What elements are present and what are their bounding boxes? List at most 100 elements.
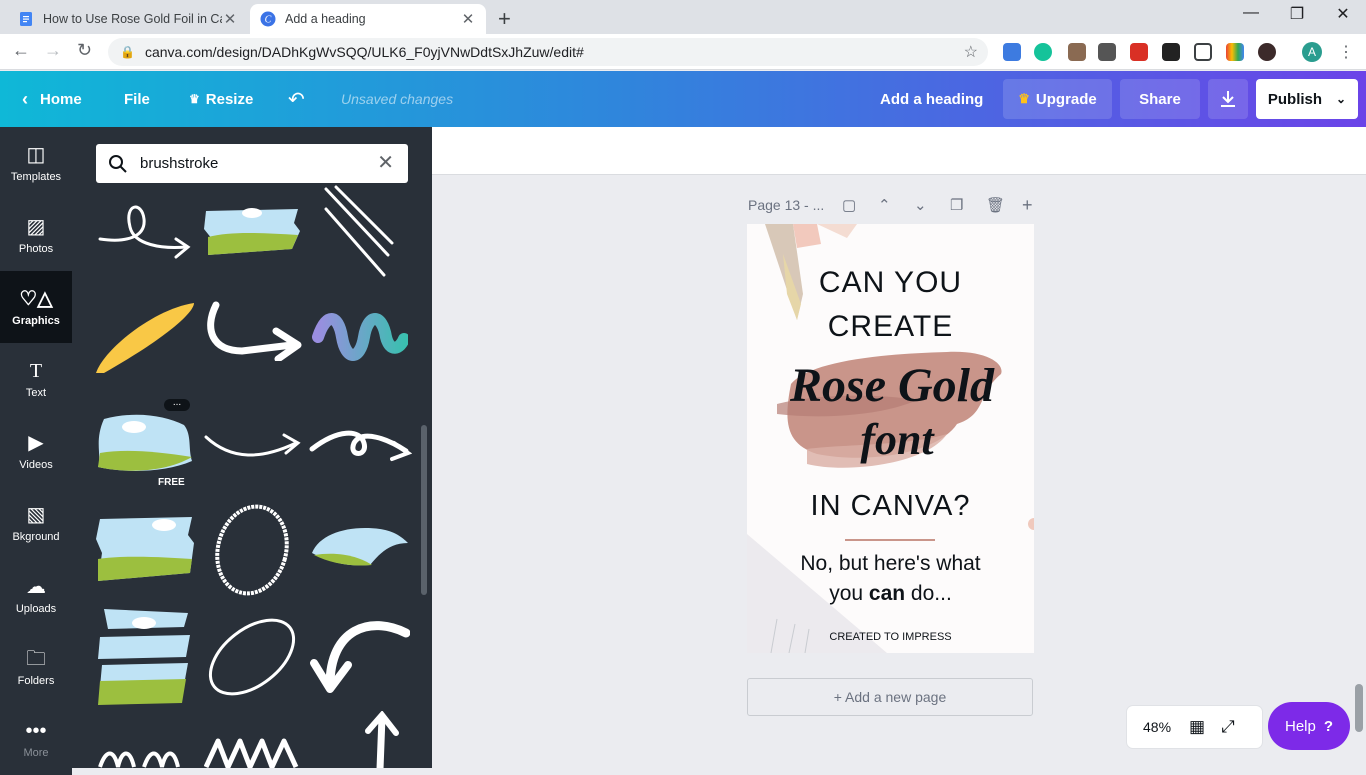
zoom-level[interactable]: 48%	[1143, 719, 1171, 735]
rail-folders[interactable]: 🗀 Folders	[0, 631, 72, 703]
headline-line3[interactable]: IN CANVA?	[747, 490, 1034, 523]
close-window-icon[interactable]: ✕	[1320, 4, 1366, 24]
graphic-curved-arrow[interactable]	[202, 299, 302, 361]
add-new-page-button[interactable]: + Add a new page	[747, 678, 1033, 716]
rail-photos[interactable]: ▨ Photos	[0, 199, 72, 271]
close-tab-icon[interactable]: ✕	[222, 10, 238, 28]
more-options-badge[interactable]: ...	[164, 398, 190, 411]
design-title[interactable]: Add a heading	[880, 71, 983, 127]
save-status: Unsaved changes	[341, 91, 454, 107]
minimize-icon[interactable]: —	[1228, 4, 1274, 22]
profile-avatar[interactable]: A	[1302, 42, 1322, 62]
editor-scrollbar[interactable]	[1352, 178, 1364, 758]
scrollbar-thumb[interactable]	[1355, 684, 1363, 732]
close-tab-icon[interactable]: ✕	[460, 10, 476, 28]
upgrade-button[interactable]: ♛ Upgrade	[1003, 79, 1112, 119]
rail-graphics[interactable]: ♡△ Graphics	[0, 271, 72, 343]
graphic-zigzag-script[interactable]	[96, 739, 206, 768]
graphic-up-arrow[interactable]	[362, 711, 402, 768]
browser-menu-icon[interactable]: ⋮	[1338, 42, 1354, 62]
extension-icon[interactable]	[1226, 43, 1244, 61]
download-icon[interactable]	[1208, 79, 1248, 119]
graphic-chalk-lines[interactable]	[322, 183, 394, 279]
search-input[interactable]	[140, 155, 370, 172]
panel-scrollbar[interactable]	[421, 425, 427, 595]
extension-icon[interactable]	[1068, 43, 1086, 61]
help-button[interactable]: Help ?	[1268, 702, 1350, 750]
rail-label: More	[23, 746, 49, 759]
rail-label: Photos	[18, 242, 54, 255]
graphic-chalk-ellipse[interactable]	[202, 615, 302, 699]
extension-icon[interactable]	[1003, 43, 1021, 61]
bookmark-star-icon[interactable]: ☆	[964, 42, 978, 62]
editor-header: ‹ Home File ♛ Resize ↶ Unsaved changes A…	[0, 71, 1366, 127]
grid-view-icon[interactable]: ▦	[1189, 717, 1205, 737]
script-line2[interactable]: font	[787, 414, 1007, 465]
search-icon	[109, 154, 127, 173]
graphic-wave-stroke[interactable]	[312, 313, 408, 361]
rail-background[interactable]: ▧ Bkground	[0, 487, 72, 559]
rail-label: Templates	[10, 170, 62, 183]
page-label[interactable]: Page 13 - ...	[748, 197, 824, 213]
tab-title: Add a heading	[285, 12, 366, 26]
browser-tab-blog[interactable]: How to Use Rose Gold Foil in Can ✕	[8, 4, 248, 34]
share-button[interactable]: Share	[1120, 79, 1200, 119]
graphics-search-box[interactable]: ✕	[96, 144, 408, 183]
file-menu-button[interactable]: File	[124, 71, 150, 127]
graphic-thin-arrow[interactable]	[202, 427, 302, 463]
notes-icon[interactable]: ▢	[842, 196, 856, 214]
rail-text[interactable]: T Text	[0, 343, 72, 415]
grammarly-icon[interactable]	[1034, 43, 1052, 61]
duplicate-page-icon[interactable]: ❐	[950, 196, 963, 214]
delete-page-icon[interactable]: 🗑	[986, 196, 1005, 214]
undo-icon[interactable]: ↶	[288, 71, 305, 127]
graphic-chalk-oval[interactable]	[210, 501, 294, 599]
extension-icon[interactable]	[1258, 43, 1276, 61]
templates-icon: ◫	[26, 143, 46, 166]
fullscreen-icon[interactable]: ⤢	[1221, 717, 1235, 737]
headline-line1[interactable]: CAN YOU	[747, 266, 1034, 300]
address-bar[interactable]: 🔒 canva.com/design/DADhKgWvSQQ/ULK6_F0yj…	[108, 38, 988, 66]
publish-button[interactable]: Publish ⌄	[1256, 79, 1358, 119]
back-icon[interactable]: ←	[12, 40, 30, 61]
clear-search-icon[interactable]: ✕	[377, 150, 394, 175]
chevron-down-icon: ⌄	[1336, 92, 1347, 106]
rail-label: Bkground	[12, 530, 60, 543]
extension-icon[interactable]	[1098, 43, 1116, 61]
resize-button[interactable]: ♛ Resize	[189, 71, 253, 127]
rail-more[interactable]: ••• More	[0, 703, 72, 775]
pocket-icon[interactable]	[1194, 43, 1212, 61]
graphic-loop-arrow[interactable]	[96, 197, 192, 263]
move-down-icon[interactable]: ⌄	[914, 196, 927, 214]
rail-videos[interactable]: ▶ Videos	[0, 415, 72, 487]
subtitle-line1[interactable]: No, but here's what	[747, 552, 1034, 576]
graphic-zigzag-stroke[interactable]	[204, 737, 304, 768]
extension-icon[interactable]	[1130, 43, 1148, 61]
reload-icon[interactable]: ↻	[77, 40, 92, 61]
graphic-landscape-stripes[interactable]	[94, 605, 194, 707]
graphic-landscape-cloud-brush[interactable]	[94, 411, 194, 475]
script-line1[interactable]: Rose Gold	[767, 358, 1017, 413]
headline-line2[interactable]: CREATE	[747, 310, 1034, 344]
add-page-icon[interactable]: +	[1022, 195, 1033, 216]
graphic-landscape-block[interactable]	[94, 513, 196, 585]
browser-tab-canva[interactable]: C Add a heading ✕	[250, 4, 486, 34]
rail-templates[interactable]: ◫ Templates	[0, 127, 72, 199]
footer-credit[interactable]: CREATED TO IMPRESS	[747, 631, 1034, 643]
graphic-yellow-stroke[interactable]	[94, 299, 198, 377]
subtitle-line2[interactable]: you can do...	[747, 582, 1034, 606]
restore-icon[interactable]: ❐	[1274, 4, 1320, 24]
home-button[interactable]: ‹ Home	[22, 71, 82, 127]
graphic-swirl-arrow[interactable]	[308, 425, 412, 465]
forward-icon[interactable]: →	[44, 40, 62, 61]
context-toolbar	[432, 127, 1366, 175]
uploads-icon: ☁	[26, 575, 46, 598]
move-up-icon[interactable]: ⌃	[878, 196, 891, 214]
rail-uploads[interactable]: ☁ Uploads	[0, 559, 72, 631]
graphic-landscape-brush[interactable]	[202, 201, 302, 259]
new-tab-icon[interactable]: +	[498, 6, 511, 32]
extension-icon[interactable]	[1162, 43, 1180, 61]
graphic-landscape-swoosh[interactable]	[310, 523, 410, 569]
graphic-curved-back-arrow[interactable]	[310, 619, 410, 695]
design-page[interactable]: CAN YOU CREATE Rose Gold font IN CANVA? …	[747, 224, 1034, 653]
